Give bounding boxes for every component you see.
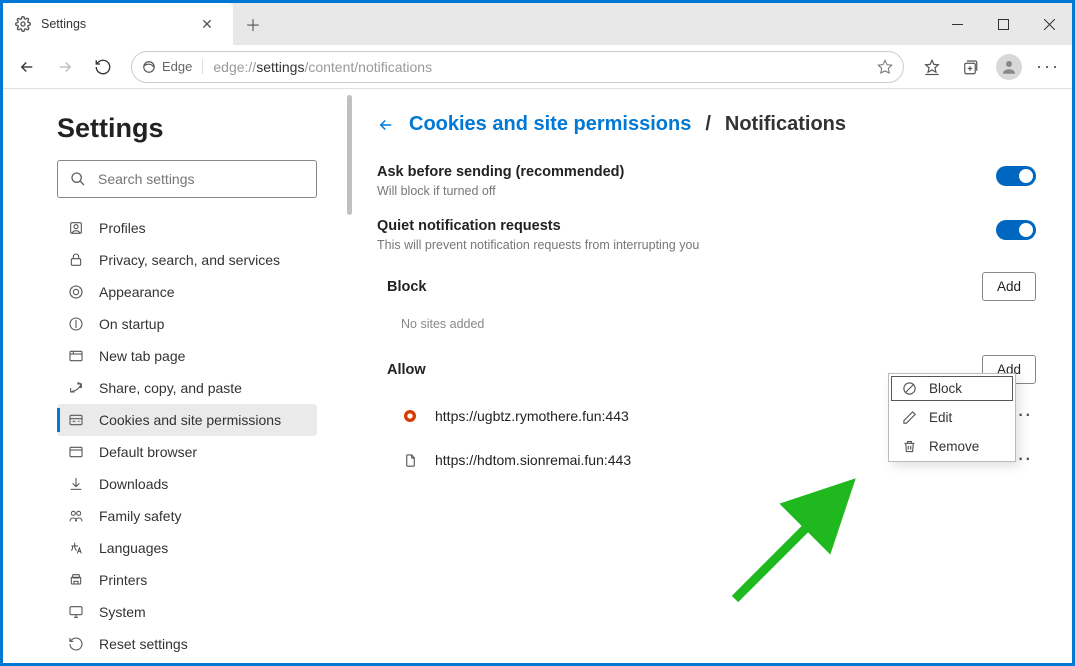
settings-heading: Settings — [57, 113, 329, 144]
breadcrumb-separator: / — [705, 113, 711, 136]
setting-ask-before-sending: Ask before sending (recommended) Will bl… — [377, 164, 1036, 198]
settings-main: Cookies and site permissions / Notificat… — [355, 89, 1072, 663]
menu-item-edit[interactable]: Edit — [889, 403, 1015, 432]
close-window-button[interactable] — [1026, 3, 1072, 45]
newtab-icon — [67, 348, 85, 364]
sidebar-item-label: New tab page — [99, 348, 185, 364]
search-settings-field[interactable] — [98, 171, 304, 187]
sidebar-item-label: Downloads — [99, 476, 168, 492]
family-icon — [67, 508, 85, 524]
breadcrumb-parent-link[interactable]: Cookies and site permissions — [409, 113, 691, 136]
setting-quiet-requests: Quiet notification requests This will pr… — [377, 218, 1036, 252]
sidebar-item-label: System — [99, 604, 146, 620]
setting-title: Ask before sending (recommended) — [377, 164, 624, 180]
sidebar-item-appearance[interactable]: Appearance — [57, 276, 317, 308]
collections-button[interactable] — [952, 49, 988, 85]
profile-icon — [67, 220, 85, 236]
download-icon — [67, 476, 85, 492]
minimize-button[interactable] — [934, 3, 980, 45]
site-favicon-icon — [401, 407, 419, 425]
sidebar-item-downloads[interactable]: Downloads — [57, 468, 317, 500]
sidebar-item-label: Cookies and site permissions — [99, 412, 281, 428]
sidebar-item-label: Family safety — [99, 508, 181, 524]
profile-avatar[interactable] — [996, 54, 1022, 80]
block-add-button[interactable]: Add — [982, 272, 1036, 301]
setting-title: Quiet notification requests — [377, 218, 699, 234]
back-button[interactable] — [9, 49, 45, 85]
setting-desc: Will block if turned off — [377, 184, 624, 198]
sidebar-item-default-browser[interactable]: Default browser — [57, 436, 317, 468]
block-empty-text: No sites added — [377, 311, 1036, 345]
sidebar-item-privacy-search-and-services[interactable]: Privacy, search, and services — [57, 244, 317, 276]
sidebar-item-system[interactable]: System — [57, 596, 317, 628]
breadcrumb-current: Notifications — [725, 113, 846, 136]
favorite-star-icon[interactable] — [877, 59, 893, 75]
toolbar: Edge edge://settings/content/notificatio… — [3, 45, 1072, 89]
sidebar-item-cookies-and-site-permissions[interactable]: Cookies and site permissions — [57, 404, 317, 436]
refresh-button[interactable] — [85, 49, 121, 85]
sidebar-item-label: Privacy, search, and services — [99, 252, 280, 268]
sidebar-item-label: Share, copy, and paste — [99, 380, 242, 396]
sidebar-item-label: Languages — [99, 540, 168, 556]
forward-button[interactable] — [47, 49, 83, 85]
trash-icon — [901, 439, 917, 454]
setting-desc: This will prevent notification requests … — [377, 238, 699, 252]
sidebar-item-label: On startup — [99, 316, 164, 332]
language-icon — [67, 540, 85, 556]
sidebar-scrollbar[interactable] — [347, 89, 355, 663]
breadcrumb: Cookies and site permissions / Notificat… — [377, 113, 1036, 136]
titlebar: Settings ✕ ＋ — [3, 3, 1072, 45]
allow-heading: Allow — [387, 362, 426, 378]
block-heading: Block — [387, 279, 427, 295]
edit-icon — [901, 410, 917, 425]
menu-item-remove[interactable]: Remove — [889, 432, 1015, 461]
edge-icon — [142, 60, 156, 74]
gear-icon — [15, 16, 31, 32]
sidebar-item-new-tab-page[interactable]: New tab page — [57, 340, 317, 372]
sidebar-item-languages[interactable]: Languages — [57, 532, 317, 564]
breadcrumb-back-button[interactable] — [377, 116, 395, 134]
sidebar-item-label: Profiles — [99, 220, 146, 236]
url-text: edge://settings/content/notifications — [213, 59, 867, 75]
menu-button[interactable]: ··· — [1030, 49, 1066, 85]
browser-tab[interactable]: Settings ✕ — [3, 3, 233, 45]
address-bar[interactable]: Edge edge://settings/content/notificatio… — [131, 51, 904, 83]
sidebar-item-on-startup[interactable]: On startup — [57, 308, 317, 340]
search-icon — [70, 171, 86, 187]
sidebar-item-label: Appearance — [99, 284, 175, 300]
sidebar-item-reset-settings[interactable]: Reset settings — [57, 628, 317, 660]
annotation-arrow — [725, 469, 865, 609]
printer-icon — [67, 572, 85, 588]
share-icon — [67, 380, 85, 396]
system-icon — [67, 604, 85, 620]
sidebar-item-family-safety[interactable]: Family safety — [57, 500, 317, 532]
cookies-icon — [67, 412, 85, 428]
lock-icon — [67, 252, 85, 268]
search-settings-input[interactable] — [57, 160, 317, 198]
settings-sidebar: Settings Profiles Privacy, search, and se… — [3, 89, 347, 663]
new-tab-button[interactable]: ＋ — [233, 3, 273, 45]
browser-icon — [67, 444, 85, 460]
reset-icon — [67, 636, 85, 652]
sidebar-item-label: Printers — [99, 572, 147, 588]
power-icon — [67, 316, 85, 332]
sidebar-item-printers[interactable]: Printers — [57, 564, 317, 596]
site-identity[interactable]: Edge — [142, 59, 203, 74]
sidebar-item-profiles[interactable]: Profiles — [57, 212, 317, 244]
sidebar-item-label: Default browser — [99, 444, 197, 460]
block-icon — [901, 381, 917, 396]
menu-item-block[interactable]: Block — [889, 374, 1015, 403]
toggle-ask-before-sending[interactable] — [996, 166, 1036, 186]
appearance-icon — [67, 284, 85, 300]
favorites-button[interactable] — [914, 49, 950, 85]
sidebar-item-label: Reset settings — [99, 636, 188, 652]
file-icon — [401, 451, 419, 469]
sidebar-item-share-copy-and-paste[interactable]: Share, copy, and paste — [57, 372, 317, 404]
toggle-quiet-requests[interactable] — [996, 220, 1036, 240]
tab-title: Settings — [41, 17, 183, 31]
block-section: Block Add No sites added — [377, 272, 1036, 345]
maximize-button[interactable] — [980, 3, 1026, 45]
site-context-menu: Block Edit Remove — [888, 373, 1016, 462]
tab-close-button[interactable]: ✕ — [193, 10, 221, 38]
